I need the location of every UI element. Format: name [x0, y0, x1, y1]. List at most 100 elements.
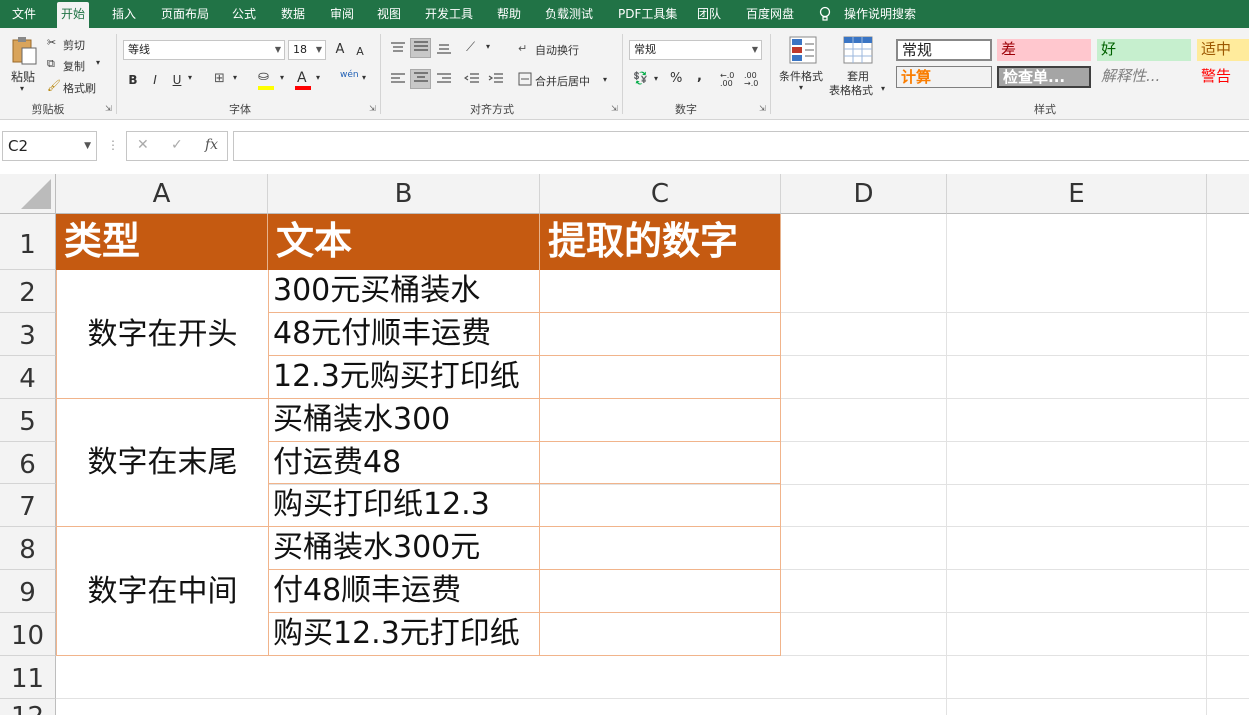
table-format-label-2[interactable]: 表格格式	[829, 82, 873, 98]
tab-view[interactable]: 视图	[373, 0, 405, 28]
header-extracted-number[interactable]: 提取的数字	[540, 214, 781, 270]
phonetic-dropdown[interactable]: ▾	[362, 73, 366, 82]
tab-pdf-tools[interactable]: PDF工具集	[614, 0, 681, 28]
border-dropdown[interactable]: ▾	[233, 73, 237, 82]
align-left-icon[interactable]	[390, 72, 406, 86]
align-top-icon[interactable]	[390, 41, 406, 55]
table-format-dropdown[interactable]: ▾	[881, 84, 885, 93]
align-middle-button[interactable]	[410, 38, 431, 58]
decrease-decimal-button[interactable]: .00 →.0	[744, 72, 764, 88]
text-cell[interactable]: 300元买桶装水	[268, 270, 540, 313]
tab-help[interactable]: 帮助	[493, 0, 525, 28]
increase-indent-icon[interactable]	[488, 72, 504, 86]
font-color-button[interactable]: A	[297, 70, 307, 86]
clipboard-launcher[interactable]: ⇲	[105, 104, 112, 113]
wrap-text-button[interactable]: 自动换行	[535, 42, 579, 58]
text-cell[interactable]: 12.3元购买打印纸	[268, 356, 540, 399]
row-header-9[interactable]: 9	[0, 570, 56, 613]
row-header-7[interactable]: 7	[0, 484, 56, 527]
copy-dropdown[interactable]: ▾	[96, 58, 100, 67]
tell-me-search[interactable]: 操作说明搜索	[840, 0, 920, 28]
shrink-font-button[interactable]: A	[352, 42, 368, 62]
tab-baidu-netdisk[interactable]: 百度网盘	[742, 0, 798, 28]
extracted-cell[interactable]	[540, 356, 781, 399]
fill-color-icon[interactable]: ⛀	[258, 69, 269, 84]
merge-dropdown[interactable]: ▾	[603, 75, 607, 84]
row-header-11[interactable]: 11	[0, 656, 56, 699]
text-cell[interactable]: 购买打印纸12.3	[268, 484, 540, 527]
align-right-icon[interactable]	[436, 72, 452, 86]
row-header-4[interactable]: 4	[0, 356, 56, 399]
type-cell-start[interactable]: 数字在开头	[56, 270, 269, 399]
phonetic-button[interactable]: wén	[340, 70, 359, 80]
comma-button[interactable]: ,	[697, 69, 702, 84]
style-calculation[interactable]: 计算	[896, 66, 992, 88]
increase-decimal-button[interactable]: ←.0 .00	[720, 72, 740, 88]
conditional-format-dropdown[interactable]: ▾	[799, 83, 803, 92]
underline-dropdown[interactable]: ▾	[188, 73, 192, 82]
row-header-10[interactable]: 10	[0, 613, 56, 656]
number-format-select[interactable]: 常规 ▼	[629, 40, 762, 60]
tab-file[interactable]: 文件	[8, 0, 40, 28]
percent-button[interactable]: %	[670, 71, 682, 86]
column-header-a[interactable]: A	[56, 174, 268, 214]
bold-button[interactable]: B	[126, 70, 140, 90]
column-header-d[interactable]: D	[781, 174, 947, 214]
font-color-dropdown[interactable]: ▾	[316, 73, 320, 82]
alignment-launcher[interactable]: ⇲	[611, 104, 618, 113]
tab-home[interactable]: 开始	[57, 2, 90, 28]
tab-data[interactable]: 数据	[277, 0, 309, 28]
paste-dropdown[interactable]: ▾	[20, 84, 24, 93]
text-cell[interactable]: 买桶装水300元	[268, 527, 540, 570]
header-type[interactable]: 类型	[56, 214, 268, 270]
decrease-indent-icon[interactable]	[464, 72, 480, 86]
tab-team[interactable]: 团队	[693, 0, 725, 28]
text-cell[interactable]: 付运费48	[268, 442, 540, 484]
tab-review[interactable]: 审阅	[326, 0, 358, 28]
style-bad[interactable]: 差	[997, 39, 1091, 61]
font-launcher[interactable]: ⇲	[369, 104, 376, 113]
row-header-1[interactable]: 1	[0, 214, 56, 270]
insert-function-icon[interactable]: fx	[205, 137, 218, 153]
format-painter-button[interactable]: 格式刷	[63, 80, 96, 96]
extracted-cell[interactable]	[540, 399, 781, 442]
text-cell[interactable]: 购买12.3元打印纸	[268, 613, 540, 656]
extracted-cell[interactable]	[540, 613, 781, 656]
extracted-cell[interactable]	[540, 442, 781, 484]
row-header-3[interactable]: 3	[0, 313, 56, 356]
column-header-f[interactable]	[1207, 174, 1249, 214]
conditional-format-button[interactable]: 条件格式	[779, 68, 823, 84]
active-cell-c2[interactable]	[540, 270, 781, 313]
merge-center-button[interactable]: 合并后居中	[535, 73, 590, 89]
font-size-select[interactable]: 18 ▼	[288, 40, 326, 60]
tab-load-test[interactable]: 负载测试	[541, 0, 597, 28]
italic-button[interactable]: I	[148, 70, 162, 90]
orientation-icon[interactable]: ⟋	[466, 40, 475, 55]
font-name-select[interactable]: 等线 ▼	[123, 40, 285, 60]
row-header-6[interactable]: 6	[0, 442, 56, 484]
currency-dropdown[interactable]: ▾	[654, 74, 658, 83]
style-neutral[interactable]: 适中	[1197, 39, 1249, 61]
currency-icon[interactable]: 💱	[633, 71, 648, 85]
align-bottom-icon[interactable]	[436, 41, 452, 55]
tab-formulas[interactable]: 公式	[228, 0, 260, 28]
underline-button[interactable]: U	[170, 70, 184, 90]
row-header-8[interactable]: 8	[0, 527, 56, 570]
extracted-cell[interactable]	[540, 484, 781, 527]
type-cell-end[interactable]: 数字在末尾	[56, 399, 269, 527]
text-cell[interactable]: 买桶装水300	[268, 399, 540, 442]
number-launcher[interactable]: ⇲	[759, 104, 766, 113]
cancel-icon[interactable]: ✕	[137, 137, 149, 153]
column-header-c[interactable]: C	[540, 174, 781, 214]
row-header-12[interactable]: 12	[0, 699, 56, 715]
tab-page-layout[interactable]: 页面布局	[157, 0, 213, 28]
style-warning[interactable]: 警告	[1197, 66, 1249, 88]
style-normal[interactable]: 常规	[896, 39, 992, 61]
style-explanatory[interactable]: 解释性...	[1097, 66, 1191, 88]
paste-button[interactable]: 粘贴	[11, 68, 35, 85]
enter-icon[interactable]: ✓	[171, 137, 183, 153]
fill-color-dropdown[interactable]: ▾	[280, 73, 284, 82]
text-cell[interactable]: 48元付顺丰运费	[268, 313, 540, 356]
style-good[interactable]: 好	[1097, 39, 1191, 61]
column-header-e[interactable]: E	[947, 174, 1207, 214]
